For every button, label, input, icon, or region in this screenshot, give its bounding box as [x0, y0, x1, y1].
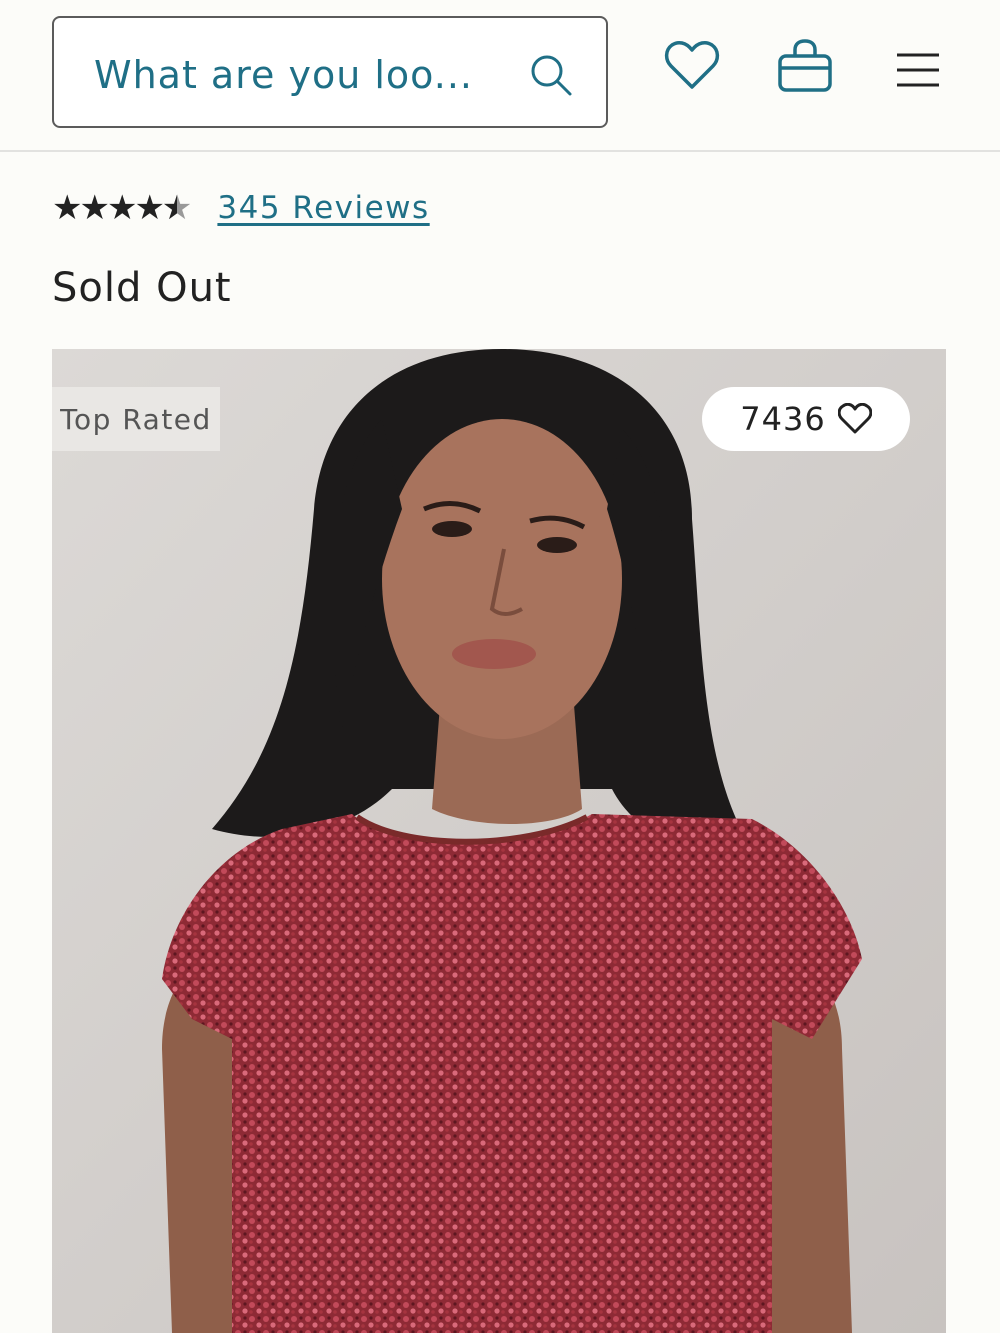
top-rated-badge: Top Rated — [52, 387, 220, 451]
heart-icon[interactable] — [664, 40, 720, 92]
site-header — [0, 0, 1000, 152]
menu-icon[interactable] — [895, 50, 941, 90]
bag-icon[interactable] — [776, 38, 834, 94]
search-input[interactable] — [92, 46, 506, 104]
stock-status: Sold Out — [52, 265, 232, 311]
search-box[interactable] — [52, 16, 608, 128]
search-icon[interactable] — [528, 52, 574, 98]
product-rating: ★★★★★★ 345 Reviews — [52, 186, 430, 230]
rating-stars: ★★★★★★ — [52, 188, 192, 228]
product-image[interactable]: Top Rated 7436 — [52, 349, 946, 1333]
model-photo — [52, 349, 946, 1333]
heart-icon — [837, 403, 872, 434]
reviews-link[interactable]: 345 Reviews — [217, 190, 429, 226]
likes-count: 7436 — [740, 400, 826, 438]
favorite-button[interactable]: 7436 — [702, 387, 910, 451]
